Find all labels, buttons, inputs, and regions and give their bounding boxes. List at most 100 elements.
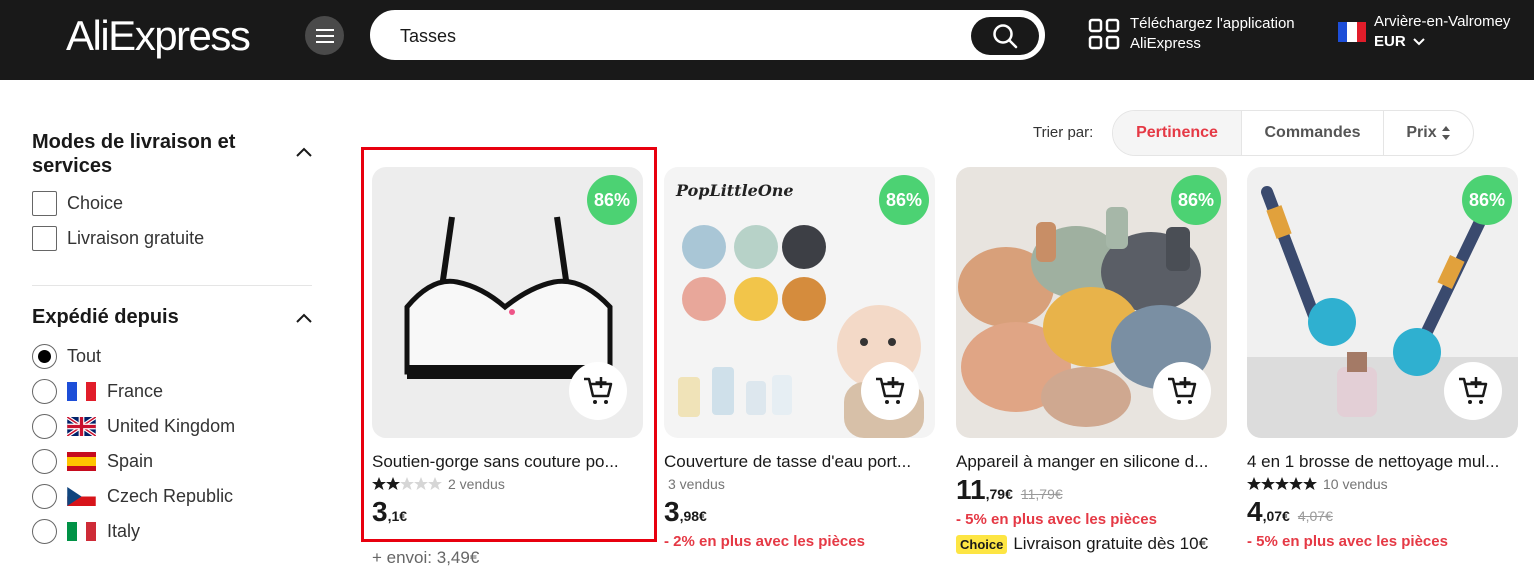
locale-selector[interactable]: Arvière-en-Valromey EUR bbox=[1338, 12, 1510, 52]
discount-badge: 86% bbox=[1171, 175, 1221, 225]
coins-promo: - 5% en plus avec les pièces bbox=[956, 511, 1157, 528]
search-icon bbox=[993, 24, 1018, 49]
shipping-cost: + envoi: 3,49€ bbox=[372, 548, 480, 567]
spain-flag-icon bbox=[67, 452, 96, 471]
product-image[interactable]: 86% bbox=[1247, 167, 1518, 438]
qr-code-icon bbox=[1088, 18, 1120, 50]
radio-button[interactable] bbox=[32, 379, 57, 404]
sold-count: 3 vendus bbox=[668, 476, 725, 492]
original-price: 11,79€ bbox=[1020, 486, 1063, 502]
aliexpress-logo[interactable]: AliExpress bbox=[66, 12, 251, 60]
choice-shipping: Choice Livraison gratuite dès 10€ bbox=[956, 534, 1227, 554]
search-input[interactable] bbox=[400, 24, 960, 48]
ship-from-france[interactable]: France bbox=[32, 379, 163, 404]
radio-button[interactable] bbox=[32, 344, 57, 369]
sort-price[interactable]: Prix bbox=[1383, 111, 1473, 155]
czech-flag-icon bbox=[67, 487, 96, 506]
sort-price-label: Prix bbox=[1406, 124, 1437, 141]
cart-plus-icon bbox=[1459, 377, 1488, 404]
delivery-filter-title: Modes de livraison et services bbox=[32, 131, 236, 177]
radio-button[interactable] bbox=[32, 484, 57, 509]
choice-shipping-text: Livraison gratuite dès 10€ bbox=[1013, 534, 1209, 553]
ship-from-all[interactable]: Tout bbox=[32, 344, 101, 369]
star-rating-icon bbox=[1247, 477, 1317, 491]
filter-label: Choice bbox=[67, 193, 124, 213]
search-button[interactable] bbox=[971, 17, 1039, 55]
sort-relevance[interactable]: Pertinence bbox=[1113, 111, 1241, 155]
sort-options: Pertinence Commandes Prix bbox=[1112, 110, 1474, 156]
cart-plus-icon bbox=[1168, 377, 1197, 404]
product-price: 4,07€ 4,07€ bbox=[1247, 496, 1518, 528]
product-title[interactable]: Appareil à manger en silicone d... bbox=[956, 452, 1227, 472]
menu-button[interactable] bbox=[305, 16, 344, 55]
radio-button[interactable] bbox=[32, 414, 57, 439]
sold-count: 10 vendus bbox=[1323, 476, 1388, 492]
sort-arrows-icon bbox=[1441, 126, 1450, 140]
product-title[interactable]: Couverture de tasse d'eau port... bbox=[664, 452, 935, 472]
search-bar bbox=[370, 10, 1045, 60]
cart-plus-icon bbox=[876, 377, 905, 404]
product-card[interactable]: PopLittleOne 86% Couverture de tasse d'e… bbox=[664, 167, 935, 550]
app-line-2: AliExpress bbox=[1130, 35, 1201, 52]
radio-button[interactable] bbox=[32, 449, 57, 474]
original-price: 4,07€ bbox=[1297, 508, 1333, 524]
selection-highlight bbox=[361, 147, 657, 542]
product-price: 3,98€ bbox=[664, 496, 935, 528]
collapse-chevron-icon[interactable] bbox=[295, 143, 313, 161]
hamburger-icon bbox=[315, 28, 334, 43]
brand-logo: PopLittleOne bbox=[676, 181, 794, 200]
price-integer: 3 bbox=[664, 496, 680, 527]
option-label: Tout bbox=[67, 346, 102, 366]
italy-flag-icon bbox=[67, 522, 96, 541]
price-decimal: ,07€ bbox=[1262, 508, 1290, 524]
collapse-chevron-icon[interactable] bbox=[295, 309, 313, 327]
add-to-cart-button[interactable] bbox=[1444, 362, 1502, 420]
radio-button[interactable] bbox=[32, 519, 57, 544]
option-label: United Kingdom bbox=[107, 416, 236, 436]
shipped-from-title: Expédié depuis bbox=[32, 306, 179, 328]
currency-selector[interactable]: EUR bbox=[1374, 32, 1510, 52]
price-decimal: ,79€ bbox=[985, 486, 1013, 502]
product-image[interactable]: PopLittleOne 86% bbox=[664, 167, 935, 438]
option-label: France bbox=[107, 381, 164, 401]
coins-promo: - 5% en plus avec les pièces bbox=[1247, 533, 1448, 550]
discount-badge: 86% bbox=[1462, 175, 1512, 225]
coins-promo: - 2% en plus avec les pièces bbox=[664, 533, 865, 550]
option-label: Spain bbox=[107, 451, 154, 471]
choice-badge: Choice bbox=[956, 534, 1008, 554]
filter-label: Livraison gratuite bbox=[67, 228, 205, 248]
chevron-down-icon bbox=[1413, 38, 1425, 46]
sidebar-divider bbox=[32, 285, 312, 286]
filter-choice[interactable]: Choice bbox=[32, 191, 123, 216]
add-to-cart-button[interactable] bbox=[1153, 362, 1211, 420]
uk-flag-icon bbox=[67, 417, 96, 436]
ship-from-spain[interactable]: Spain bbox=[32, 449, 153, 474]
product-image[interactable]: 86% bbox=[956, 167, 1227, 438]
checkbox[interactable] bbox=[32, 226, 57, 251]
discount-badge: 86% bbox=[879, 175, 929, 225]
top-header: AliExpress Téléchargez l'application Ali… bbox=[0, 0, 1534, 80]
checkbox[interactable] bbox=[32, 191, 57, 216]
filter-free-shipping[interactable]: Livraison gratuite bbox=[32, 226, 204, 251]
product-card[interactable]: 86% Appareil à manger en silicone d... 1… bbox=[956, 167, 1227, 554]
option-label: Czech Republic bbox=[107, 486, 234, 506]
product-title[interactable]: 4 en 1 brosse de nettoyage mul... bbox=[1247, 452, 1518, 472]
app-line-1: Téléchargez l'application bbox=[1130, 15, 1295, 32]
product-rating: 3 vendus bbox=[664, 475, 935, 493]
product-rating: 10 vendus bbox=[1247, 475, 1518, 493]
price-integer: 11 bbox=[956, 474, 986, 505]
ship-from-uk[interactable]: United Kingdom bbox=[32, 414, 235, 439]
sort-label: Trier par: bbox=[1033, 124, 1094, 141]
france-flag-icon bbox=[67, 382, 96, 401]
download-app-link[interactable]: Téléchargez l'application AliExpress bbox=[1088, 14, 1295, 54]
option-label: Italy bbox=[107, 521, 141, 541]
ship-from-italy[interactable]: Italy bbox=[32, 519, 140, 544]
ship-from-czech[interactable]: Czech Republic bbox=[32, 484, 233, 509]
add-to-cart-button[interactable] bbox=[861, 362, 919, 420]
product-card[interactable]: 86% 4 en 1 brosse de nettoyage mul... 10… bbox=[1247, 167, 1518, 550]
location-text: Arvière-en-Valromey bbox=[1374, 13, 1511, 30]
sort-orders[interactable]: Commandes bbox=[1241, 111, 1383, 155]
currency-text: EUR bbox=[1374, 33, 1406, 50]
france-flag-icon bbox=[1338, 22, 1366, 42]
price-integer: 4 bbox=[1247, 496, 1263, 527]
